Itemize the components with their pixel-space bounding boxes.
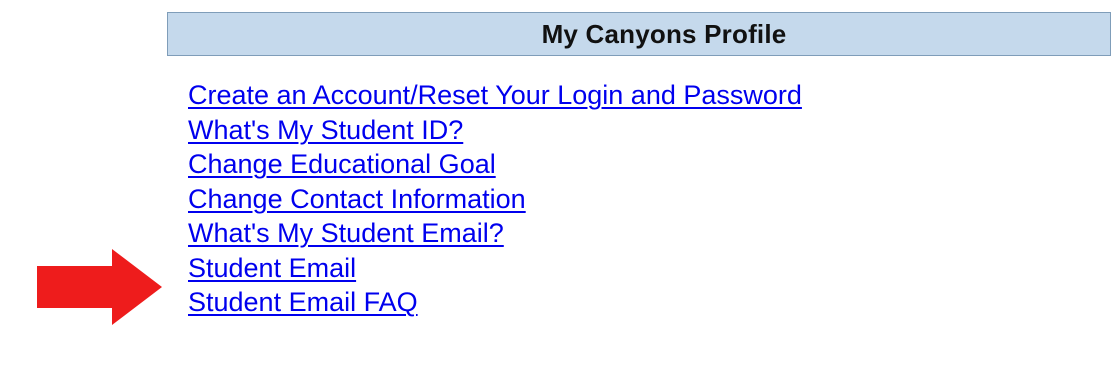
link-create-account[interactable]: Create an Account/Reset Your Login and P… [188, 80, 802, 110]
link-change-educational-goal[interactable]: Change Educational Goal [188, 149, 496, 179]
list-item: Change Contact Information [188, 182, 802, 217]
list-item: Create an Account/Reset Your Login and P… [188, 78, 802, 113]
link-whats-my-student-email[interactable]: What's My Student Email? [188, 218, 504, 248]
link-student-email-faq[interactable]: Student Email FAQ [188, 287, 418, 317]
link-student-id[interactable]: What's My Student ID? [188, 115, 463, 145]
section-header: My Canyons Profile [167, 12, 1111, 56]
list-item: Change Educational Goal [188, 147, 802, 182]
profile-links-list: Create an Account/Reset Your Login and P… [188, 78, 802, 320]
arrow-shape [37, 249, 162, 325]
list-item: What's My Student ID? [188, 113, 802, 148]
section-title: My Canyons Profile [541, 18, 787, 49]
red-arrow-icon [37, 249, 162, 325]
list-item: Student Email FAQ [188, 285, 802, 320]
list-item: What's My Student Email? [188, 216, 802, 251]
link-student-email[interactable]: Student Email [188, 253, 356, 283]
link-change-contact-information[interactable]: Change Contact Information [188, 184, 526, 214]
list-item: Student Email [188, 251, 802, 286]
